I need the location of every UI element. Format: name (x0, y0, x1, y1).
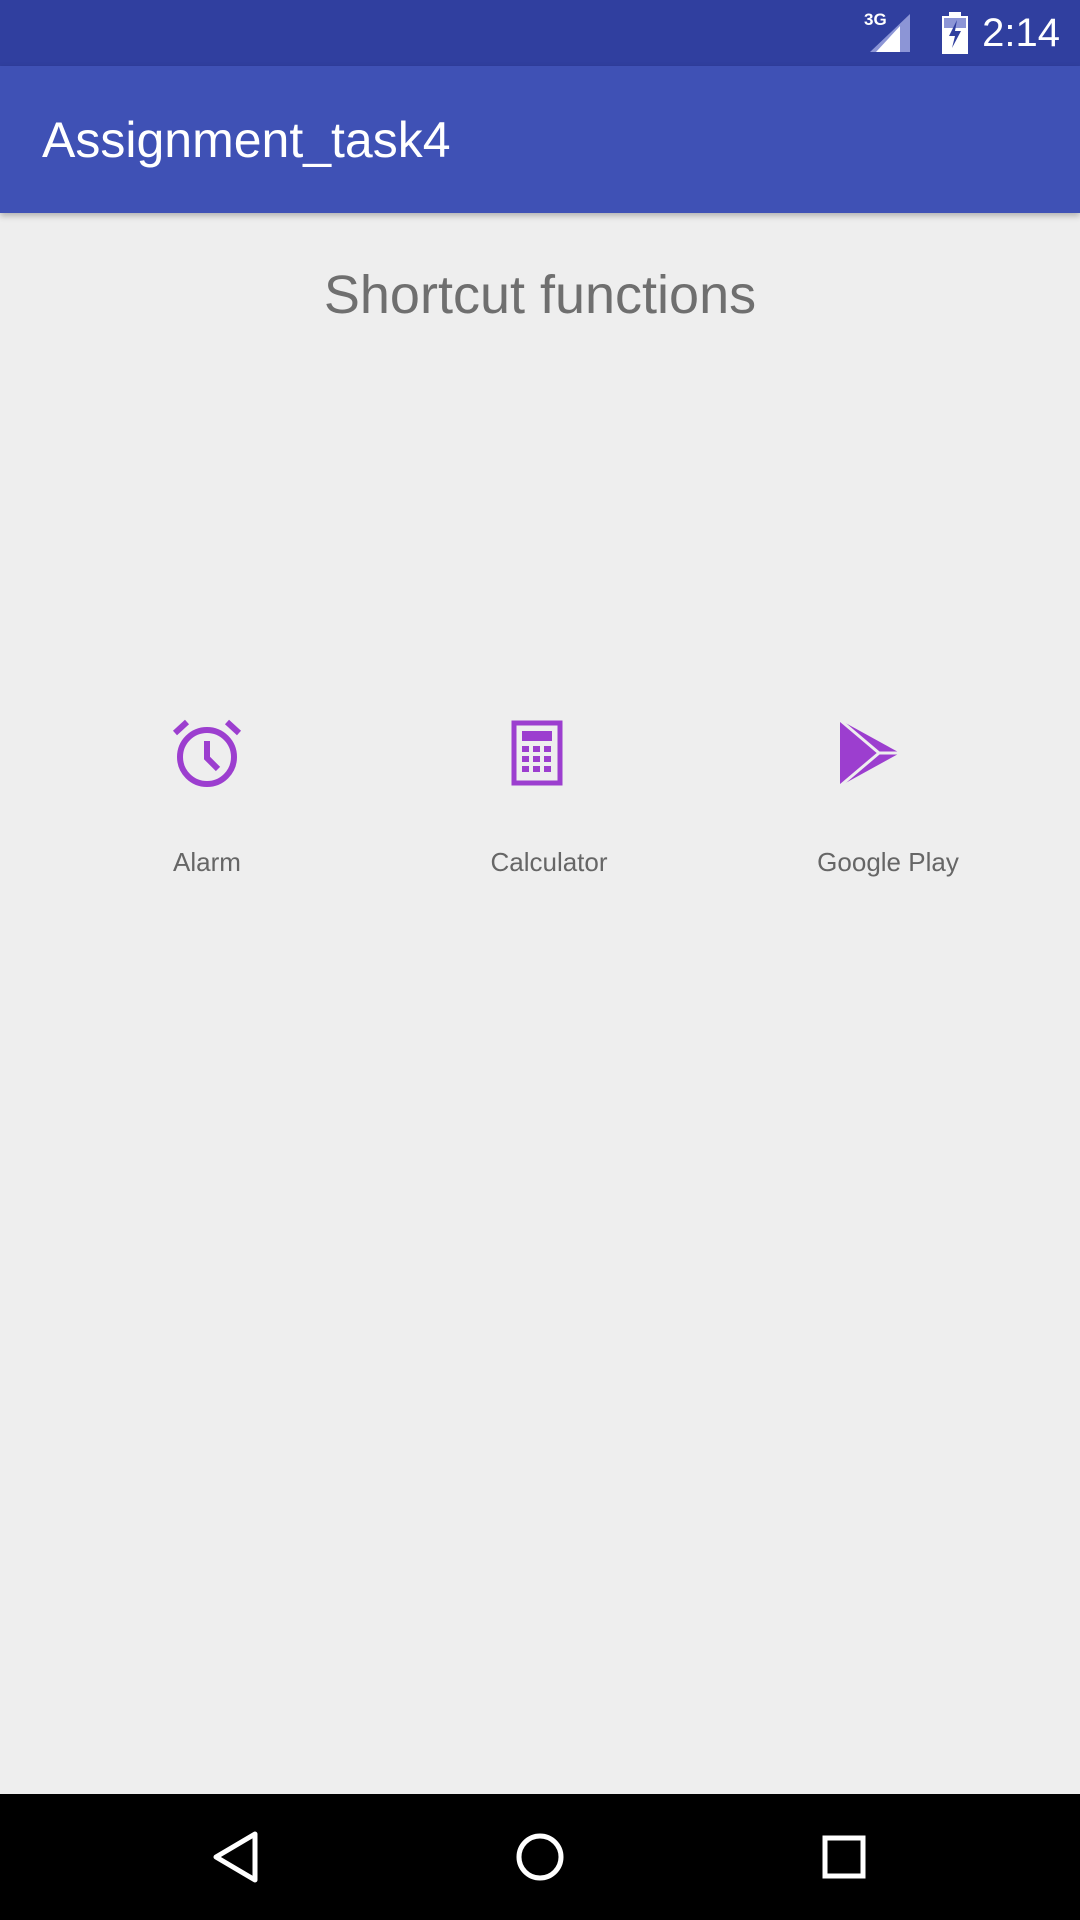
back-icon[interactable] (202, 1822, 272, 1892)
cell-signal-icon: 3G (864, 10, 914, 54)
shortcut-calculator[interactable]: Calculator (399, 713, 699, 893)
shortcut-alarm[interactable]: Alarm (57, 713, 357, 893)
shortcut-label: Google Play (817, 847, 959, 877)
calculator-icon (497, 713, 577, 793)
app-bar: Assignment_task4 (0, 66, 1080, 213)
app-title: Assignment_task4 (42, 112, 451, 168)
alarm-icon (167, 713, 247, 793)
status-time: 2:14 (982, 11, 1060, 55)
shortcut-label: Alarm (173, 847, 241, 877)
navigation-bar (0, 1794, 1080, 1920)
section-title: Shortcut functions (323, 265, 757, 325)
status-bar: 3G 2:14 (0, 0, 1080, 66)
recents-icon[interactable] (809, 1822, 879, 1892)
battery-charging-icon (940, 12, 970, 54)
shortcut-label: Calculator (490, 847, 608, 877)
google-play-icon (828, 713, 908, 793)
main-content: Shortcut functions Alarm Calculator Goog… (0, 213, 1080, 1794)
home-icon[interactable] (505, 1822, 575, 1892)
shortcut-google-play[interactable]: Google Play (738, 713, 1038, 893)
